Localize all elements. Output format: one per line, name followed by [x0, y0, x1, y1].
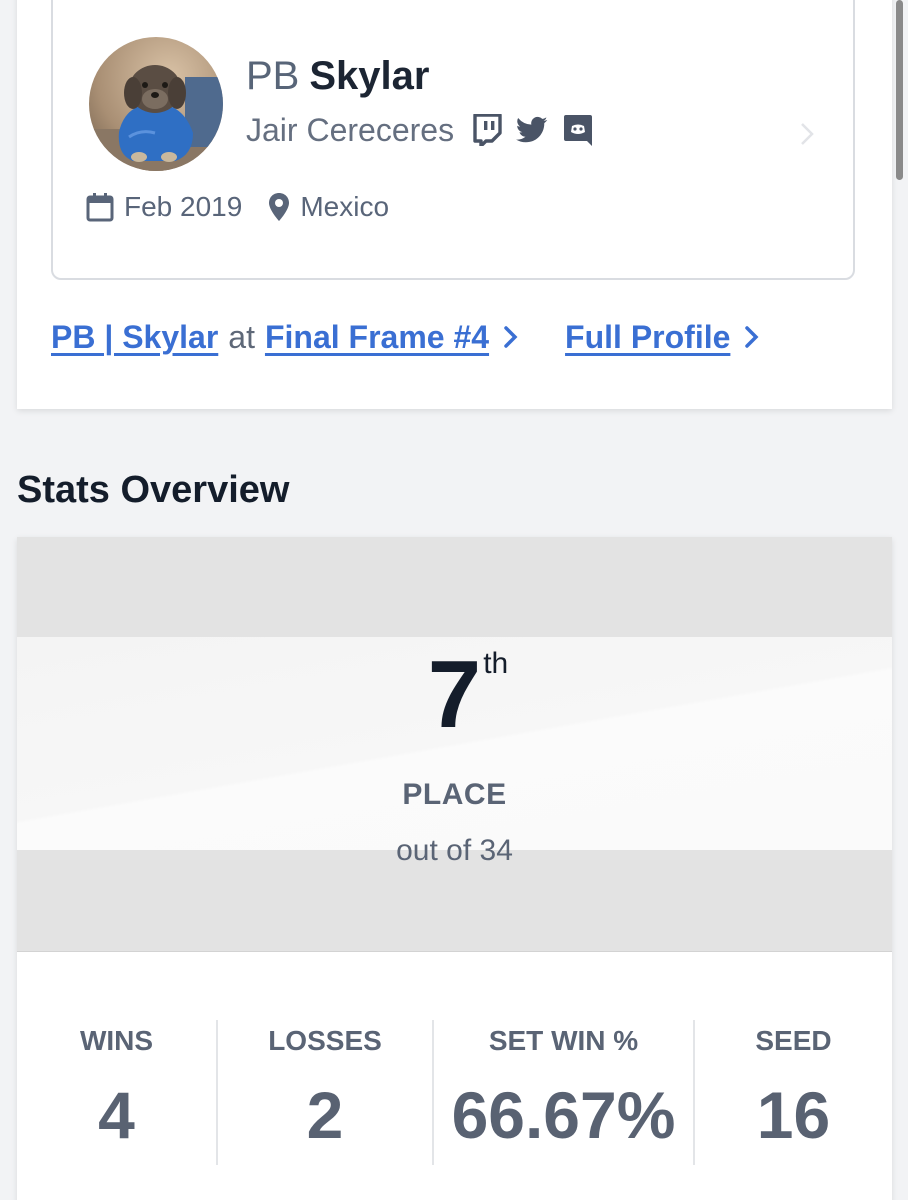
profile-links: PB | Skylar at Final Frame #4 Full Profi…: [51, 316, 760, 358]
placement-suffix: th: [483, 647, 509, 680]
stat-losses: LOSSES 2: [218, 1020, 434, 1165]
stat-value: 4: [98, 1078, 135, 1152]
profile-meta: Feb 2019 Mexico: [86, 188, 415, 226]
entrant-link[interactable]: PB | Skylar: [51, 316, 218, 358]
placement-block: 7 th PLACE out of 34: [17, 637, 892, 869]
entrant-link-group: PB | Skylar at Final Frame #4: [51, 316, 519, 358]
stats-overview-title: Stats Overview: [17, 469, 290, 511]
location-pin-icon: [269, 193, 290, 221]
full-profile-link[interactable]: Full Profile: [565, 316, 730, 358]
stats-card: 7 th PLACE out of 34 WINS 4 LOSSES 2 SET…: [17, 537, 892, 1200]
sponsor-prefix: PB: [246, 54, 300, 98]
gamer-tag: Skylar: [309, 54, 430, 98]
placement-out-of: out of 34: [396, 834, 513, 867]
page: PB Skylar Jair Cereceres Feb 2019 Mexico…: [0, 0, 908, 1200]
location-text: Mexico: [300, 191, 390, 222]
location: Mexico: [268, 188, 389, 226]
social-links: [472, 113, 608, 147]
real-name-row: Jair Cereceres: [246, 110, 608, 150]
twitter-icon[interactable]: [516, 116, 548, 144]
at-label: at: [228, 319, 255, 355]
scrollbar[interactable]: [896, 0, 903, 180]
stat-value: 2: [306, 1078, 344, 1152]
joined-date: Feb 2019: [86, 188, 242, 226]
chevron-right-icon[interactable]: [744, 324, 760, 350]
stat-value: 66.67%: [451, 1078, 676, 1152]
placement-label: PLACE: [402, 778, 507, 811]
stat-set-win-percent: SET WIN % 66.67%: [434, 1020, 695, 1165]
stat-value: 16: [756, 1078, 831, 1152]
player-name: PB Skylar: [246, 54, 429, 98]
discord-icon[interactable]: [562, 113, 594, 147]
placement-rank: 7 th: [428, 645, 508, 745]
twitch-icon[interactable]: [472, 114, 502, 146]
stat-label: SEED: [755, 1025, 832, 1056]
full-profile-group: Full Profile: [565, 316, 760, 358]
stat-grid: WINS 4 LOSSES 2 SET WIN % 66.67% SEED 16: [17, 1020, 892, 1170]
stat-seed: SEED 16: [695, 1020, 892, 1165]
calendar-icon: [86, 193, 114, 222]
avatar[interactable]: [89, 37, 223, 171]
event-link[interactable]: Final Frame #4: [265, 316, 489, 358]
placement-number: 7: [427, 641, 482, 748]
avatar-image: [89, 37, 223, 171]
stat-label: SET WIN %: [488, 1025, 639, 1056]
chevron-right-icon[interactable]: [503, 324, 519, 350]
stat-label: LOSSES: [268, 1025, 382, 1056]
stat-label: WINS: [79, 1025, 154, 1056]
joined-date-text: Feb 2019: [124, 191, 243, 222]
stat-wins: WINS 4: [17, 1020, 218, 1165]
profile-chevron-icon[interactable]: [797, 120, 817, 148]
real-name: Jair Cereceres: [246, 112, 455, 148]
